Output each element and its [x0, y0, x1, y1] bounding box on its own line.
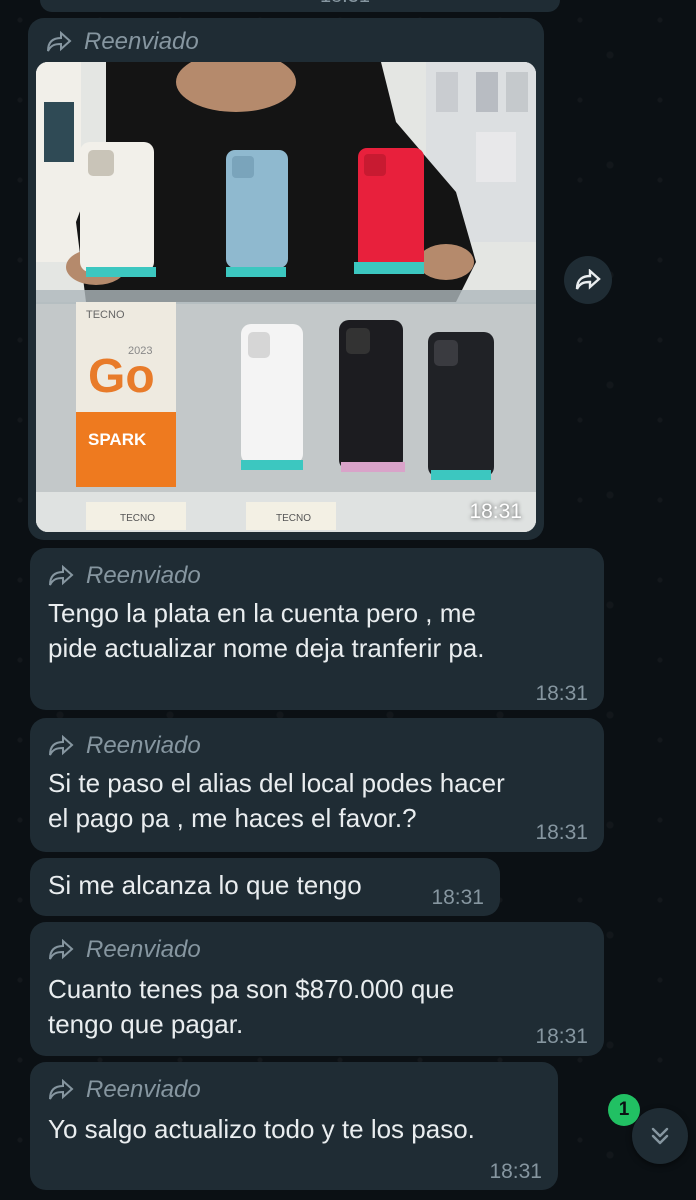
forwarded-label: Reenviado: [46, 28, 199, 56]
message-text-line: Si me alcanza lo que tengo: [48, 870, 362, 900]
previous-message-bubble[interactable]: 18:31: [40, 0, 560, 12]
box-line-text: SPARK: [88, 430, 147, 449]
forwarded-label: Reenviado: [48, 732, 201, 760]
scroll-to-bottom-button[interactable]: [632, 1108, 688, 1164]
message-time: 18:31: [535, 682, 588, 705]
forward-arrow-icon: [47, 31, 72, 52]
message-time: 18:31: [535, 821, 588, 844]
photo-time: 18:31: [469, 500, 522, 523]
message-text-line: el pago pa , me haces el favor.?: [48, 803, 417, 833]
phone-store-photo: Go 2023 TECNO SPARK TECNO TECNO: [36, 62, 536, 532]
shelf-label: TECNO: [276, 513, 311, 524]
message-time: 18:31: [535, 1025, 588, 1048]
message-bubble[interactable]: Si me alcanza lo que tengo 18:31: [30, 858, 500, 916]
shared-photo[interactable]: Go 2023 TECNO SPARK TECNO TECNO 18:31: [36, 62, 536, 532]
message-text-line: tengo que pagar.: [48, 1009, 244, 1039]
shelf-label: TECNO: [120, 513, 155, 524]
message-bubble[interactable]: Reenviado Cuanto tenes pa son $870.000 q…: [30, 922, 604, 1056]
message-text-line: pide actualizar nome deja tranferir pa.: [48, 633, 485, 663]
share-forward-icon: [575, 269, 601, 290]
forwarded-label: Reenviado: [48, 1076, 201, 1104]
double-chevron-down-icon: [651, 1127, 669, 1145]
message-bubble[interactable]: Reenviado Si te paso el alias del local …: [30, 718, 604, 852]
image-message-bubble[interactable]: Reenviado Go 2023 TECNO SPARK TECNO TECN…: [28, 18, 544, 540]
message-time: 18:31: [320, 0, 370, 8]
message-bubble[interactable]: Reenviado Tengo la plata en la cuenta pe…: [30, 548, 604, 710]
box-year-text: 2023: [128, 345, 152, 357]
forward-arrow-icon: [49, 939, 74, 960]
message-time: 18:31: [431, 886, 484, 909]
message-text-line: Tengo la plata en la cuenta pero , me: [48, 598, 476, 628]
forwarded-label: Reenviado: [48, 562, 201, 590]
message-text-line: Cuanto tenes pa son $870.000 que: [48, 974, 455, 1004]
message-text-line: Si te paso el alias del local podes hace…: [48, 768, 505, 798]
forward-message-button[interactable]: [564, 256, 612, 304]
message-bubble[interactable]: Reenviado Yo salgo actualizo todo y te l…: [30, 1062, 558, 1190]
message-text-line: Yo salgo actualizo todo y te los paso.: [48, 1114, 475, 1144]
forward-arrow-icon: [49, 735, 74, 756]
box-model-text: Go: [88, 350, 155, 403]
forwarded-label: Reenviado: [48, 936, 201, 964]
box-brand-text: TECNO: [86, 309, 125, 321]
unread-count-badge: 1: [608, 1094, 640, 1126]
forward-arrow-icon: [49, 565, 74, 586]
forward-arrow-icon: [49, 1079, 74, 1100]
message-time: 18:31: [489, 1160, 542, 1183]
